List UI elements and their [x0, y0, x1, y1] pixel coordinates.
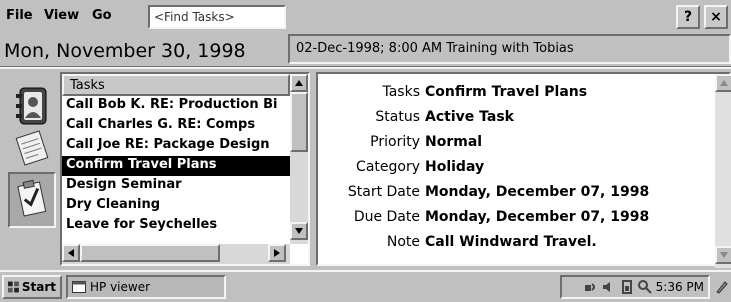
detail-label: Priority — [370, 134, 420, 150]
down-triangle-icon — [295, 228, 303, 234]
start-button[interactable]: Start — [2, 275, 62, 299]
magnifier-icon[interactable] — [637, 280, 652, 294]
close-button[interactable]: × — [704, 5, 728, 29]
detail-row-start-date: Start Date Monday, December 07, 1998 — [318, 184, 713, 208]
divider — [0, 66, 731, 69]
appointment-banner[interactable]: 02-Dec-1998; 8:00 AM Training with Tobia… — [288, 34, 731, 64]
task-details-panel: Tasks Confirm Travel Plans Status Active… — [316, 72, 731, 268]
scroll-down-arrow-icon[interactable] — [715, 246, 731, 264]
task-item[interactable]: Call Charles G. RE: Comps — [62, 116, 290, 136]
clock[interactable]: 5:36 PM — [656, 280, 704, 294]
task-list-panel: Tasks Call Bob K. RE: Production Bi Call… — [60, 72, 310, 266]
details-vertical-scrollbar[interactable] — [715, 74, 731, 268]
scroll-up-arrow-icon[interactable] — [715, 74, 731, 92]
task-item[interactable]: Design Seminar — [62, 176, 290, 196]
detail-label: Start Date — [347, 184, 420, 200]
find-tasks-input[interactable]: <Find Tasks> — [148, 5, 286, 29]
taskbar: Start HP viewer 5:36 PM — [0, 270, 731, 302]
battery-icon[interactable] — [620, 280, 634, 294]
detail-value[interactable]: Holiday — [425, 159, 484, 175]
scroll-thumb[interactable] — [290, 92, 308, 152]
down-triangle-icon — [720, 252, 728, 258]
right-triangle-icon — [274, 249, 280, 257]
detail-value[interactable]: Monday, December 07, 1998 — [425, 184, 649, 200]
up-triangle-icon — [295, 80, 303, 86]
left-triangle-icon — [68, 249, 74, 257]
detail-row-category: Category Holiday — [318, 159, 713, 183]
notes-icon[interactable] — [8, 120, 56, 176]
show-desktop-icon[interactable] — [712, 275, 731, 299]
scroll-down-arrow-icon[interactable] — [290, 222, 308, 240]
task-list-header[interactable]: Tasks — [62, 74, 290, 96]
detail-row-status: Status Active Task — [318, 109, 713, 133]
task-item[interactable]: Call Bob K. RE: Production Bi — [62, 96, 290, 116]
current-date: Mon, November 30, 1998 — [4, 40, 246, 62]
notes-icon-graphic — [15, 130, 49, 166]
detail-label: Tasks — [382, 84, 420, 100]
detail-value[interactable]: Monday, December 07, 1998 — [425, 209, 649, 225]
network-icon[interactable] — [584, 280, 598, 294]
task-item-selected[interactable]: Confirm Travel Plans — [62, 156, 290, 176]
task-list-horizontal-scrollbar[interactable] — [62, 244, 290, 264]
up-triangle-icon — [720, 80, 728, 86]
detail-label: Category — [356, 159, 420, 175]
menu-file[interactable]: File — [6, 8, 33, 23]
scroll-left-arrow-icon[interactable] — [62, 244, 80, 262]
menu-go[interactable]: Go — [92, 8, 112, 23]
detail-row-tasks: Tasks Confirm Travel Plans — [318, 84, 713, 108]
detail-row-priority: Priority Normal — [318, 134, 713, 158]
task-list-vertical-scrollbar[interactable] — [290, 74, 308, 244]
volume-icon[interactable] — [602, 280, 616, 294]
tasks-icon[interactable] — [8, 172, 56, 228]
detail-label: Status — [375, 109, 420, 125]
task-item[interactable]: Dry Cleaning — [62, 196, 290, 216]
system-tray: 5:36 PM — [560, 275, 710, 299]
detail-label: Note — [386, 234, 420, 250]
detail-row-due-date: Due Date Monday, December 07, 1998 — [318, 209, 713, 233]
desktop-pen-icon — [715, 281, 728, 294]
help-button[interactable]: ? — [676, 5, 700, 29]
menu-view[interactable]: View — [44, 8, 79, 23]
detail-value[interactable]: Normal — [425, 134, 482, 150]
detail-row-note: Note Call Windward Travel. — [318, 234, 713, 258]
detail-value[interactable]: Confirm Travel Plans — [425, 84, 587, 100]
app-window-icon — [72, 281, 86, 293]
windows-logo-icon — [8, 281, 19, 293]
task-item[interactable]: Call Joe RE: Package Design — [62, 136, 290, 156]
detail-label: Due Date — [353, 209, 420, 225]
taskbar-app-label: HP viewer — [90, 280, 151, 294]
tasks-icon-graphic — [17, 179, 47, 217]
detail-value[interactable]: Active Task — [425, 109, 514, 125]
taskbar-app-button[interactable]: HP viewer — [66, 275, 226, 299]
scroll-up-arrow-icon[interactable] — [290, 74, 308, 92]
start-label: Start — [21, 280, 56, 294]
task-item[interactable]: Leave for Seychelles — [62, 216, 290, 236]
menu-bar: File View Go <Find Tasks> ? × — [0, 0, 731, 34]
scroll-thumb-horizontal[interactable] — [80, 244, 220, 262]
detail-value[interactable]: Call Windward Travel. — [425, 234, 597, 250]
scroll-right-arrow-icon[interactable] — [268, 244, 286, 262]
